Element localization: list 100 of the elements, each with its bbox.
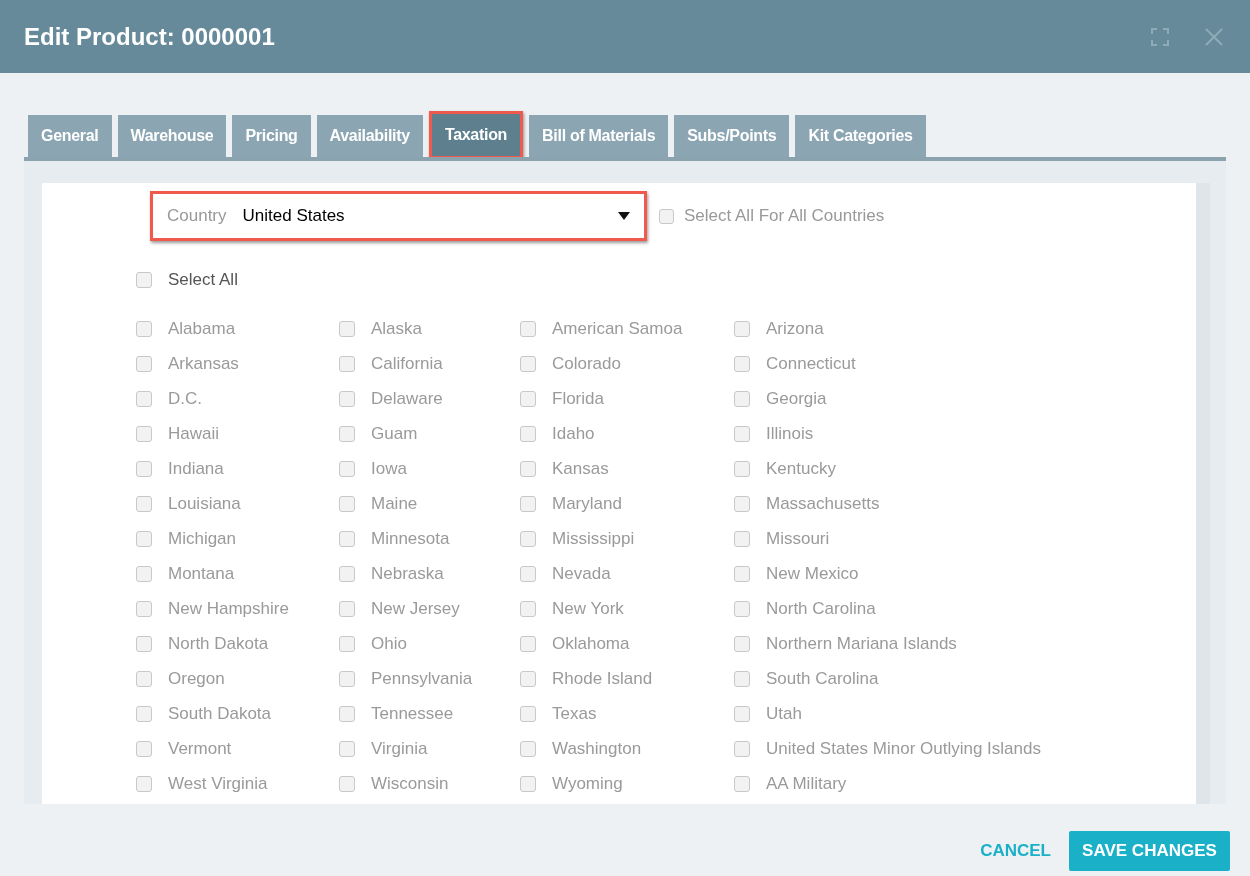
- checkbox[interactable]: [734, 461, 750, 477]
- checkbox-label: West Virginia: [168, 773, 268, 796]
- checkbox[interactable]: [339, 356, 355, 372]
- checkbox[interactable]: [339, 706, 355, 722]
- checkbox[interactable]: [136, 671, 152, 687]
- checkbox-label: Minnesota: [371, 528, 450, 551]
- checkbox-label: Utah: [766, 703, 802, 726]
- checkbox-label: South Dakota: [168, 703, 271, 726]
- fullscreen-icon[interactable]: [1150, 26, 1170, 47]
- tab[interactable]: Bill of Materials: [529, 115, 669, 157]
- checkbox-label: Louisiana: [168, 493, 241, 516]
- checkbox-label: Michigan: [168, 528, 237, 551]
- checkbox-label: Virginia: [371, 738, 428, 761]
- checkbox[interactable]: [520, 321, 536, 337]
- checkbox[interactable]: [520, 356, 536, 372]
- checkbox[interactable]: [339, 566, 355, 582]
- checkbox[interactable]: [520, 776, 536, 792]
- checkbox[interactable]: [136, 776, 152, 792]
- checkbox-label: Arkansas: [168, 353, 239, 376]
- checkbox[interactable]: [520, 706, 536, 722]
- checkbox[interactable]: [734, 531, 750, 547]
- country-select[interactable]: Country United States: [150, 191, 647, 241]
- checkbox[interactable]: [136, 566, 152, 582]
- checkbox[interactable]: [734, 741, 750, 757]
- checkbox[interactable]: [734, 566, 750, 582]
- checkbox[interactable]: [520, 601, 536, 617]
- checkbox-label: Kentucky: [766, 458, 836, 481]
- checkbox[interactable]: [136, 461, 152, 477]
- checkbox[interactable]: [136, 321, 152, 337]
- checkbox-label: Arizona: [766, 318, 824, 341]
- checkbox-label: Iowa: [371, 458, 407, 481]
- checkbox[interactable]: [520, 636, 536, 652]
- tab[interactable]: Warehouse: [117, 115, 227, 157]
- tab[interactable]: Taxation: [428, 111, 524, 159]
- checkbox[interactable]: [520, 461, 536, 477]
- checkbox[interactable]: [734, 671, 750, 687]
- checkbox[interactable]: [136, 356, 152, 372]
- checkbox[interactable]: [339, 426, 355, 442]
- checkbox[interactable]: [734, 356, 750, 372]
- checkbox-label: North Carolina: [766, 598, 876, 621]
- cancel-button[interactable]: CANCEL: [978, 830, 1053, 872]
- checkbox[interactable]: [136, 271, 152, 288]
- checkbox-label: United States Minor Outlying Islands: [766, 738, 1041, 761]
- checkbox[interactable]: [734, 426, 750, 442]
- checkbox[interactable]: [136, 496, 152, 512]
- checkbox[interactable]: [520, 741, 536, 757]
- checkbox-label: South Carolina: [766, 668, 879, 691]
- checkbox[interactable]: [136, 426, 152, 442]
- checkbox[interactable]: [734, 601, 750, 617]
- checkbox-label: Nebraska: [371, 563, 444, 586]
- checkbox[interactable]: [659, 208, 674, 224]
- checkbox[interactable]: [339, 531, 355, 547]
- checkbox-label: Alabama: [168, 318, 236, 341]
- save-changes-button[interactable]: SAVE CHANGES: [1069, 830, 1230, 871]
- tab[interactable]: Subs/Points: [674, 115, 790, 157]
- checkbox[interactable]: [520, 566, 536, 582]
- checkbox-label: Massachusetts: [766, 493, 880, 516]
- checkbox[interactable]: [136, 706, 152, 722]
- checkbox[interactable]: [136, 636, 152, 652]
- scrollbar[interactable]: [1196, 183, 1210, 804]
- checkbox-label: Hawaii: [168, 423, 220, 446]
- checkbox[interactable]: [520, 426, 536, 442]
- tab[interactable]: Pricing: [232, 115, 311, 157]
- checkbox[interactable]: [520, 531, 536, 547]
- checkbox[interactable]: [339, 636, 355, 652]
- checkbox-label: New Jersey: [371, 598, 460, 621]
- checkbox[interactable]: [734, 706, 750, 722]
- checkbox[interactable]: [339, 671, 355, 687]
- tab[interactable]: Availability: [316, 115, 423, 157]
- checkbox-label: Pennsylvania: [371, 668, 473, 691]
- checkbox[interactable]: [734, 391, 750, 407]
- checkbox-label: Northern Mariana Islands: [766, 633, 957, 656]
- checkbox[interactable]: [734, 776, 750, 792]
- checkbox[interactable]: [339, 321, 355, 337]
- tab[interactable]: Kit Categories: [795, 115, 926, 157]
- checkbox[interactable]: [734, 321, 750, 337]
- checkbox-label: AA Military: [766, 773, 847, 796]
- checkbox[interactable]: [520, 391, 536, 407]
- checkbox-label: Montana: [168, 563, 235, 586]
- checkbox[interactable]: [339, 741, 355, 757]
- tab[interactable]: General: [28, 115, 112, 157]
- close-icon[interactable]: [1204, 26, 1224, 47]
- checkbox[interactable]: [734, 636, 750, 652]
- checkbox[interactable]: [339, 461, 355, 477]
- checkbox[interactable]: [136, 531, 152, 547]
- checkbox[interactable]: [136, 601, 152, 617]
- checkbox[interactable]: [136, 741, 152, 757]
- checkbox[interactable]: [339, 776, 355, 792]
- checkbox[interactable]: [520, 671, 536, 687]
- checkbox[interactable]: [136, 391, 152, 407]
- checkbox-label: California: [371, 353, 443, 376]
- checkbox-label: Rhode Island: [552, 668, 653, 691]
- checkbox-label: New York: [552, 598, 624, 621]
- checkbox[interactable]: [339, 601, 355, 617]
- checkbox[interactable]: [339, 391, 355, 407]
- checkbox-label: New Mexico: [766, 563, 859, 586]
- checkbox[interactable]: [339, 496, 355, 512]
- checkbox[interactable]: [520, 496, 536, 512]
- checkbox[interactable]: [734, 496, 750, 512]
- checkbox-label: Maryland: [552, 493, 622, 516]
